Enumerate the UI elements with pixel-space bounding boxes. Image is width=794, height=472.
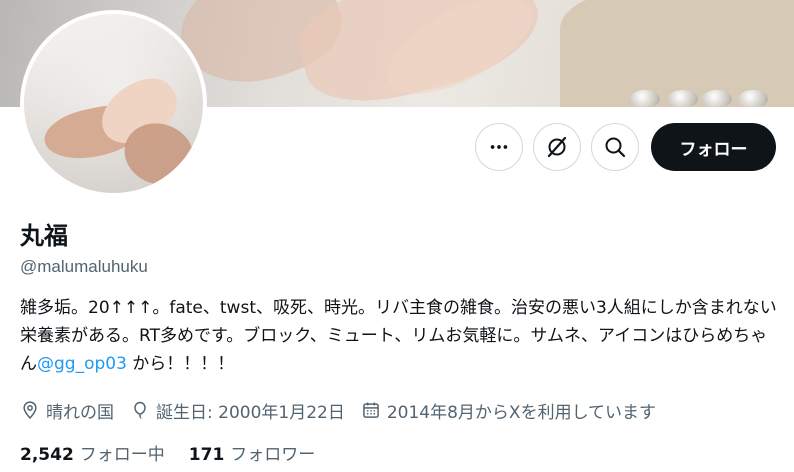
search-button[interactable] <box>591 123 639 171</box>
birthday-item: 誕生日: 2000年1月22日 <box>130 398 345 423</box>
following-link[interactable]: 2,542 フォロー中 <box>20 440 165 465</box>
location-icon <box>23 401 37 419</box>
banner-button-shape <box>738 90 768 107</box>
avatar[interactable] <box>20 10 207 197</box>
search-icon <box>605 137 626 158</box>
location-item: 晴れの国 <box>20 398 114 423</box>
calendar-icon <box>363 402 379 418</box>
banner-button-shape <box>702 90 732 107</box>
follow-button[interactable]: フォロー <box>651 123 776 171</box>
profile-meta: 晴れの国 誕生日: 2000年1月22日 2014年8月からXを利用しています <box>20 396 672 424</box>
followers-link[interactable]: 171 フォロワー <box>189 440 316 465</box>
more-button[interactable] <box>475 123 523 171</box>
joined-text: 2014年8月からXを利用しています <box>386 402 657 423</box>
profile-handle: @malumaluhuku <box>20 257 148 276</box>
following-label: フォロー中 <box>79 444 165 465</box>
grok-icon <box>547 136 567 158</box>
following-count: 2,542 <box>20 444 74 465</box>
banner-button-shape <box>668 90 698 107</box>
bio-mention-link[interactable]: @gg_op03 <box>37 354 127 374</box>
followers-count: 171 <box>188 444 225 465</box>
profile-stats: 2,542 フォロー中 171 フォロワー <box>20 440 339 465</box>
joined-item: 2014年8月からXを利用しています <box>361 398 656 423</box>
bio-suffix: から！！！！ <box>126 354 235 374</box>
location-text: 晴れの国 <box>46 402 114 423</box>
birthday-text: 誕生日: 2000年1月22日 <box>156 402 345 423</box>
profile-bio: 雑多垢。20↑↑↑。fate、twst、吸死、時光。リバ主食の雑食。治安の悪い3… <box>20 294 780 378</box>
more-icon <box>490 145 508 149</box>
profile-actions: フォロー <box>475 123 776 171</box>
profile-name: 丸福 <box>20 222 68 250</box>
birthday-icon <box>134 401 146 419</box>
followers-label: フォロワー <box>230 444 316 465</box>
banner-button-shape <box>630 90 660 107</box>
grok-button[interactable] <box>533 123 581 171</box>
